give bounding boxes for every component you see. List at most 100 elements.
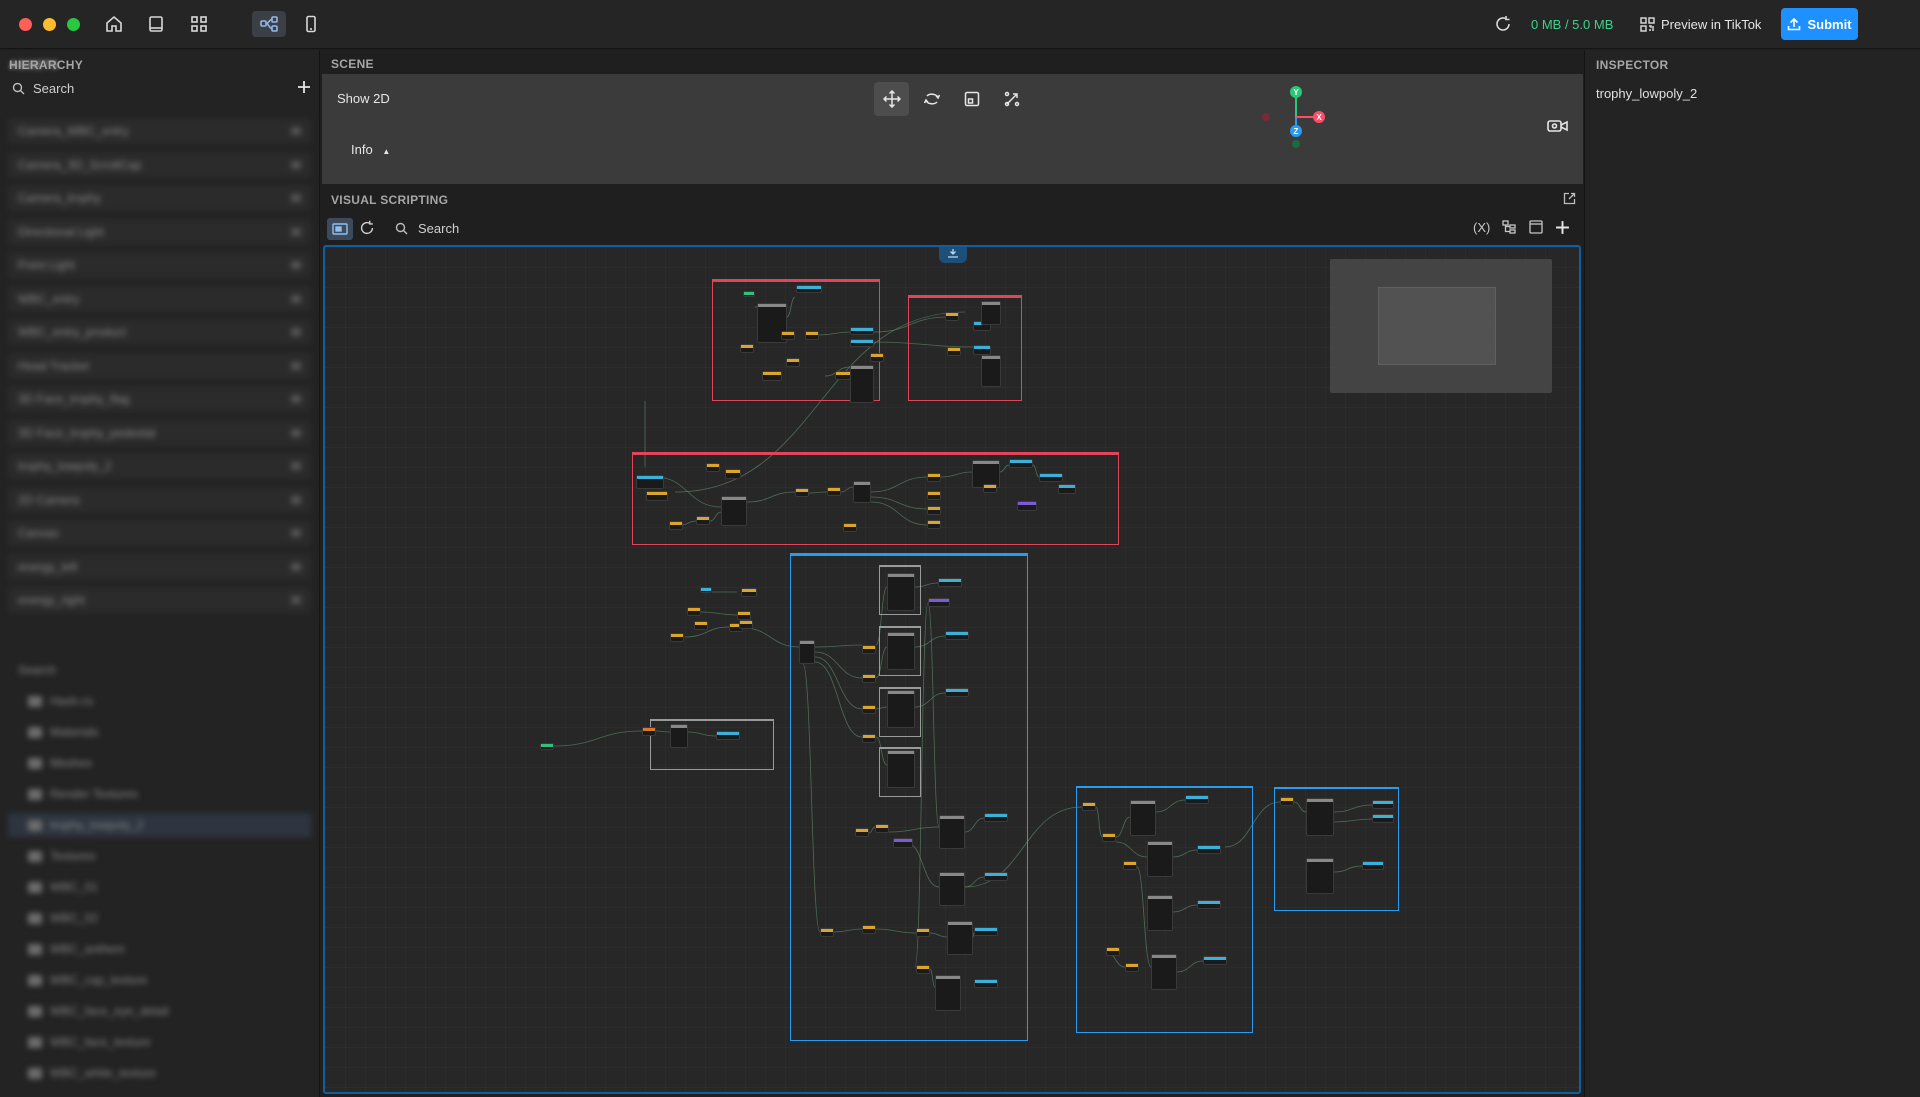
graph-canvas[interactable] bbox=[323, 245, 1581, 1094]
graph-node[interactable] bbox=[820, 928, 834, 937]
graph-node[interactable] bbox=[1372, 800, 1394, 809]
asset-item[interactable]: WBC_cap_texture bbox=[8, 968, 311, 992]
graph-node[interactable] bbox=[1147, 895, 1173, 931]
graph-node[interactable] bbox=[835, 371, 851, 380]
asset-item[interactable]: WBC_01 bbox=[8, 875, 311, 899]
graph-node[interactable] bbox=[887, 750, 915, 788]
show-2d-toggle[interactable]: Show 2D bbox=[337, 91, 390, 106]
node-group[interactable] bbox=[650, 719, 774, 770]
hierarchy-item[interactable]: Camera_WBC_entry bbox=[8, 118, 311, 144]
visibility-icon[interactable] bbox=[291, 227, 301, 236]
mobile-preview-button[interactable] bbox=[296, 11, 326, 37]
graph-node[interactable] bbox=[1125, 963, 1139, 972]
scene-viewport[interactable]: Show 2D Info ▲ Y X Z bbox=[322, 74, 1583, 184]
graph-node[interactable] bbox=[850, 339, 874, 347]
hierarchy-item[interactable]: WBC_entry_product bbox=[8, 319, 311, 345]
visibility-icon[interactable] bbox=[291, 294, 301, 303]
graph-node[interactable] bbox=[1372, 814, 1394, 823]
graph-node[interactable] bbox=[850, 327, 874, 335]
graph-node[interactable] bbox=[947, 921, 973, 955]
graph-node[interactable] bbox=[827, 487, 841, 496]
graph-node[interactable] bbox=[781, 331, 795, 340]
graph-node[interactable] bbox=[706, 463, 720, 472]
hierarchy-search[interactable]: Search bbox=[12, 81, 74, 96]
graph-node[interactable] bbox=[945, 688, 969, 697]
window-close-button[interactable] bbox=[19, 18, 32, 31]
graph-node[interactable] bbox=[973, 345, 991, 355]
asset-item[interactable]: WBC_face_eye_detail bbox=[8, 999, 311, 1023]
graph-search[interactable]: Search bbox=[395, 221, 459, 236]
scale-tool-button[interactable] bbox=[954, 82, 989, 116]
graph-node[interactable] bbox=[843, 523, 857, 532]
node-group[interactable] bbox=[908, 295, 1022, 401]
graph-node[interactable] bbox=[1058, 484, 1076, 494]
graph-node[interactable] bbox=[855, 828, 869, 837]
graph-node[interactable] bbox=[935, 975, 961, 1011]
graph-node[interactable] bbox=[1106, 947, 1120, 956]
graph-node[interactable] bbox=[887, 573, 915, 611]
graph-node[interactable] bbox=[862, 925, 876, 934]
graph-node[interactable] bbox=[887, 690, 915, 728]
visibility-icon[interactable] bbox=[291, 562, 301, 571]
refresh-graph-icon[interactable] bbox=[358, 219, 376, 237]
hierarchy-item[interactable]: trophy_lowpoly_2 bbox=[8, 453, 311, 479]
graph-node[interactable] bbox=[700, 587, 712, 593]
hierarchy-item[interactable]: Point Light bbox=[8, 252, 311, 278]
graph-node[interactable] bbox=[862, 705, 876, 714]
tree-icon[interactable] bbox=[1501, 219, 1517, 235]
graph-node[interactable] bbox=[862, 734, 876, 743]
graph-node[interactable] bbox=[875, 824, 889, 833]
graph-node[interactable] bbox=[939, 815, 965, 849]
graph-node[interactable] bbox=[737, 611, 751, 620]
variables-button[interactable]: (X) bbox=[1473, 220, 1490, 235]
visual-scripting-layout-button[interactable] bbox=[252, 11, 286, 37]
home-button[interactable] bbox=[99, 11, 129, 37]
graph-node[interactable] bbox=[945, 631, 969, 640]
graph-node[interactable] bbox=[725, 469, 741, 479]
graph-node[interactable] bbox=[893, 838, 913, 848]
graph-node[interactable] bbox=[981, 355, 1001, 387]
assets-search[interactable]: Search bbox=[8, 658, 311, 682]
graph-node[interactable] bbox=[916, 928, 930, 937]
graph-node[interactable] bbox=[984, 813, 1008, 822]
graph-node[interactable] bbox=[646, 491, 668, 501]
graph-node[interactable] bbox=[862, 674, 876, 683]
hierarchy-item[interactable]: Directional Light bbox=[8, 218, 311, 245]
graph-node[interactable] bbox=[696, 516, 710, 525]
graph-node[interactable] bbox=[795, 488, 809, 497]
graph-node[interactable] bbox=[939, 872, 965, 906]
add-object-button[interactable] bbox=[297, 78, 311, 98]
visibility-icon[interactable] bbox=[291, 127, 301, 135]
graph-node[interactable] bbox=[669, 521, 683, 530]
graph-node[interactable] bbox=[1306, 858, 1334, 894]
graph-node[interactable] bbox=[981, 301, 1001, 325]
move-tool-button[interactable] bbox=[874, 82, 909, 116]
graph-node[interactable] bbox=[927, 520, 941, 529]
graph-node[interactable] bbox=[716, 731, 740, 740]
asset-item[interactable]: WBC_white_texture bbox=[8, 1061, 311, 1085]
minimap-viewport[interactable] bbox=[1378, 287, 1496, 365]
popout-icon[interactable] bbox=[1563, 192, 1576, 205]
transform-tool-button[interactable] bbox=[994, 82, 1029, 116]
asset-item[interactable]: Textures bbox=[8, 844, 311, 868]
visibility-icon[interactable] bbox=[291, 395, 301, 403]
graph-node[interactable] bbox=[1009, 459, 1033, 468]
graph-node[interactable] bbox=[938, 578, 962, 587]
graph-node[interactable] bbox=[642, 727, 656, 736]
rotate-tool-button[interactable] bbox=[914, 82, 949, 116]
visibility-icon[interactable] bbox=[291, 160, 301, 169]
graph-node[interactable] bbox=[850, 365, 874, 403]
graph-node[interactable] bbox=[670, 633, 684, 642]
axis-gizmo[interactable]: Y X Z bbox=[1252, 84, 1342, 154]
graph-node[interactable] bbox=[670, 724, 688, 748]
hierarchy-item[interactable]: Canvas bbox=[8, 520, 311, 546]
hierarchy-item[interactable]: Camera_3D_ScrollCap bbox=[8, 151, 311, 178]
info-dropdown[interactable]: Info ▲ bbox=[351, 142, 390, 157]
graph-node[interactable] bbox=[687, 607, 701, 616]
asset-item[interactable]: WBC_02 bbox=[8, 906, 311, 930]
graph-node[interactable] bbox=[974, 979, 998, 988]
hierarchy-item[interactable]: Head Tracker bbox=[8, 352, 311, 379]
visibility-icon[interactable] bbox=[291, 328, 301, 336]
graph-node[interactable] bbox=[694, 621, 708, 630]
graph-node[interactable] bbox=[1130, 800, 1156, 836]
